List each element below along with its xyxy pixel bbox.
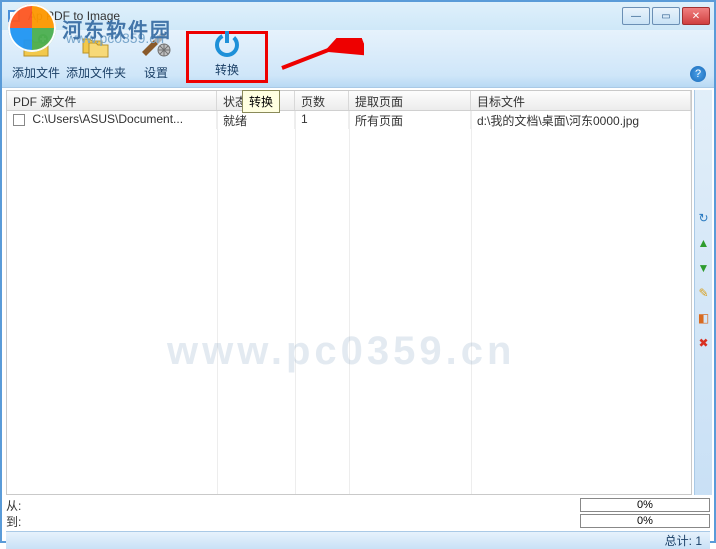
- convert-tooltip: 转换: [242, 90, 280, 113]
- col-pages[interactable]: 页数: [295, 91, 349, 110]
- pencil-icon: ✎: [698, 286, 708, 300]
- file-grid: PDF 源文件 状态 页数 提取页面 目标文件 C:\Users\ASUS\Do…: [6, 90, 692, 495]
- add-folder-button[interactable]: 添加文件夹: [66, 31, 126, 83]
- cell-target: d:\我的文档\桌面\河东0000.jpg: [471, 111, 691, 129]
- maximize-button[interactable]: ▭: [652, 7, 680, 25]
- to-label: 到:: [6, 513, 34, 530]
- remove-button[interactable]: ✖: [696, 335, 711, 350]
- progress-from-bar: 0%: [580, 498, 710, 512]
- col-source[interactable]: PDF 源文件: [7, 91, 217, 110]
- settings-label: 设置: [144, 64, 168, 81]
- close-button[interactable]: ✕: [682, 7, 710, 25]
- settings-icon: [140, 30, 172, 62]
- settings-button[interactable]: 设置: [126, 31, 186, 83]
- arrow-up-icon: ▲: [698, 236, 710, 250]
- side-panel: ↻ ▲ ▼ ✎ ◧ ✖: [694, 90, 712, 495]
- minimize-button[interactable]: —: [622, 7, 650, 25]
- progress-to-row: 到: 0%: [6, 513, 710, 529]
- grid-body[interactable]: C:\Users\ASUS\Document... 就绪 1 所有页面 d:\我…: [7, 111, 691, 494]
- from-label: 从:: [6, 497, 34, 514]
- progress-to-bar: 0%: [580, 514, 710, 528]
- refresh-icon: ↻: [698, 211, 708, 225]
- refresh-button[interactable]: ↻: [696, 210, 711, 225]
- cell-pages: 1: [295, 111, 349, 129]
- move-up-button[interactable]: ▲: [696, 235, 711, 250]
- help-button[interactable]: ?: [690, 66, 706, 82]
- edit-button[interactable]: ✎: [696, 285, 711, 300]
- row-checkbox[interactable]: [13, 114, 25, 126]
- status-area: 从: 0% 到: 0% 总计: 1: [6, 497, 710, 537]
- from-pct: 0%: [637, 499, 653, 511]
- clear-icon: ◧: [698, 311, 709, 325]
- app-icon: [6, 8, 22, 24]
- cell-source: C:\Users\ASUS\Document...: [7, 111, 217, 129]
- footer-bar: 总计: 1: [6, 531, 710, 549]
- app-window: Ap PDF to Image — ▭ ✕ 河东软件园 www.pc0359.c…: [0, 0, 716, 543]
- progress-from-row: 从: 0%: [6, 497, 710, 513]
- add-file-label: 添加文件: [12, 64, 60, 81]
- cell-status: 就绪: [217, 111, 295, 129]
- convert-label: 转换: [215, 61, 239, 78]
- move-down-button[interactable]: ▼: [696, 260, 711, 275]
- titlebar: Ap PDF to Image — ▭ ✕: [2, 2, 714, 30]
- col-target[interactable]: 目标文件: [471, 91, 691, 110]
- to-pct: 0%: [637, 515, 653, 527]
- cell-extract: 所有页面: [349, 111, 471, 129]
- toolbar: 添加文件 添加文件夹 设置 转换 ?: [2, 30, 714, 88]
- col-extract[interactable]: 提取页面: [349, 91, 471, 110]
- convert-icon: [211, 27, 243, 59]
- window-controls: — ▭ ✕: [622, 7, 710, 25]
- add-file-icon: [20, 30, 52, 62]
- total-count: 总计: 1: [665, 532, 702, 549]
- clear-button[interactable]: ◧: [696, 310, 711, 325]
- add-file-button[interactable]: 添加文件: [6, 31, 66, 83]
- window-title: Ap PDF to Image: [28, 9, 622, 23]
- source-path: C:\Users\ASUS\Document...: [32, 112, 183, 126]
- arrow-down-icon: ▼: [698, 261, 710, 275]
- add-folder-icon: [80, 30, 112, 62]
- remove-icon: ✖: [698, 336, 708, 350]
- grid-header: PDF 源文件 状态 页数 提取页面 目标文件: [7, 91, 691, 111]
- convert-button[interactable]: 转换: [186, 31, 268, 83]
- add-folder-label: 添加文件夹: [66, 64, 126, 81]
- table-row[interactable]: C:\Users\ASUS\Document... 就绪 1 所有页面 d:\我…: [7, 111, 691, 129]
